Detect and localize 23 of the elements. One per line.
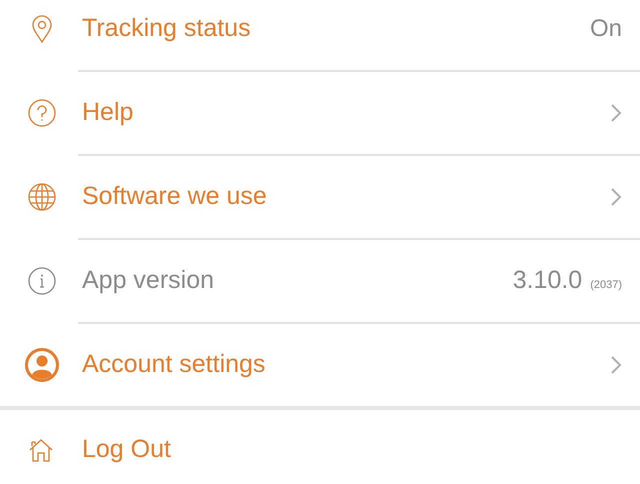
menu-item-label: Software we use [82,181,268,212]
menu-item[interactable]: Account settings [0,324,640,406]
menu-item[interactable]: Help [0,72,640,154]
chevron-right-icon [610,355,622,375]
status-value: On [590,14,622,44]
chevron-right-icon [610,103,622,123]
chevron-right-icon [610,187,622,207]
globe-icon [27,182,57,212]
user-avatar-icon [24,347,60,383]
menu-item-label: Help [82,97,134,128]
version-number: 3.10.0 [512,265,582,296]
logout-label: Log Out [82,434,171,466]
menu-item[interactable]: Software we use [0,156,640,238]
logout-item[interactable]: Log Out [0,410,640,484]
menu-item[interactable]: Tracking status On [0,0,640,70]
location-pin-icon [31,15,53,43]
help-icon [27,98,57,128]
info-icon [27,266,57,296]
menu-item-label: Account settings [82,349,266,380]
build-number: (2037) [590,278,622,294]
menu-item-label: Tracking status [82,13,252,44]
home-icon [28,437,54,463]
menu-item-label: App version [82,265,216,296]
